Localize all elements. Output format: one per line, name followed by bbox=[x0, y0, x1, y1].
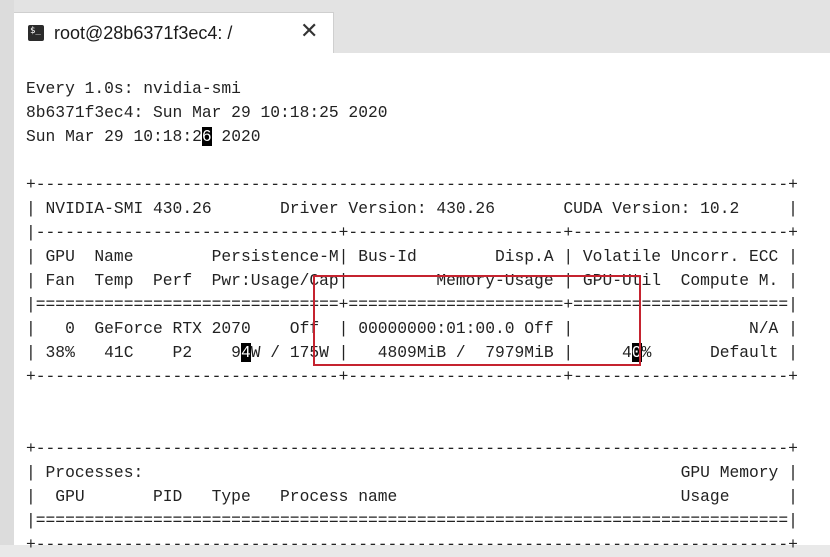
terminal-line: ​ bbox=[26, 389, 798, 413]
terminal-icon: $_ bbox=[28, 25, 44, 41]
terminal-text: +---------------------------------------… bbox=[26, 439, 798, 458]
terminal-text: | NVIDIA-SMI 430.26 Driver Version: 430.… bbox=[26, 199, 798, 218]
terminal-text: Every 1.0s: nvidia-smi bbox=[26, 79, 241, 98]
terminal-line: +---------------------------------------… bbox=[26, 173, 798, 197]
terminal-line: Every 1.0s: nvidia-smi bbox=[26, 77, 798, 101]
terminal-text: |=======================================… bbox=[26, 511, 798, 530]
terminal-text: +-------------------------------+-------… bbox=[26, 367, 798, 386]
terminal-line: | Processes: GPU Memory | bbox=[26, 461, 798, 485]
terminal-line: |-------------------------------+-------… bbox=[26, 221, 798, 245]
terminal-line: ​ bbox=[26, 413, 798, 437]
cursor-cell: 6 bbox=[201, 127, 212, 146]
tab-title: root@28b6371f3ec4: / bbox=[54, 23, 233, 43]
terminal-tab[interactable]: $_ root@28b6371f3ec4: / ✕ bbox=[14, 12, 334, 53]
terminal-line: +---------------------------------------… bbox=[26, 437, 798, 461]
terminal-line: +---------------------------------------… bbox=[26, 533, 798, 557]
terminal-line: 8b6371f3ec4: Sun Mar 29 10:18:25 2020 bbox=[26, 101, 798, 125]
terminal-text: | Processes: GPU Memory | bbox=[26, 463, 798, 482]
close-tab-button[interactable]: ✕ bbox=[300, 20, 318, 44]
terminal-line: |=======================================… bbox=[26, 509, 798, 533]
terminal-line: | NVIDIA-SMI 430.26 Driver Version: 430.… bbox=[26, 197, 798, 221]
terminal-text: % Default | bbox=[641, 343, 798, 362]
terminal-line: +-------------------------------+-------… bbox=[26, 365, 798, 389]
terminal-line: | GPU PID Type Process name Usage | bbox=[26, 485, 798, 509]
cursor-cell: 4 bbox=[240, 343, 251, 362]
terminal-text: | 38% 41C P2 9 bbox=[26, 343, 241, 362]
terminal-line: ​ bbox=[26, 149, 798, 173]
window-left-edge bbox=[0, 0, 14, 545]
terminal-line: Sun Mar 29 10:18:26 2020 bbox=[26, 125, 798, 149]
terminal-text: | GPU Name Persistence-M| Bus-Id Disp.A … bbox=[26, 247, 798, 266]
terminal-line: | GPU Name Persistence-M| Bus-Id Disp.A … bbox=[26, 245, 798, 269]
terminal-text: 8b6371f3ec4: Sun Mar 29 10:18:25 2020 bbox=[26, 103, 388, 122]
terminal-text: +---------------------------------------… bbox=[26, 175, 798, 194]
terminal-text: | GPU PID Type Process name Usage | bbox=[26, 487, 798, 506]
terminal-text: Sun Mar 29 10:18:2 bbox=[26, 127, 202, 146]
terminal-text: |-------------------------------+-------… bbox=[26, 223, 798, 242]
annotation-highlight-box bbox=[313, 275, 641, 366]
terminal-text: 2020 bbox=[211, 127, 261, 146]
